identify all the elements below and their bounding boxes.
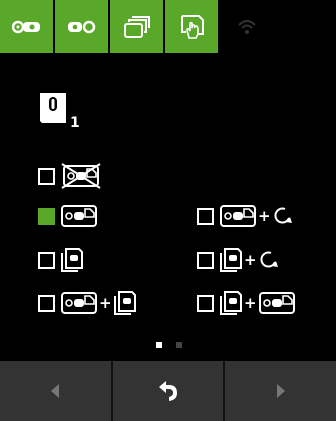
- page-label-icon: [220, 248, 242, 272]
- option-page-tape[interactable]: +: [197, 291, 295, 315]
- back-icon: [159, 381, 177, 401]
- checkbox[interactable]: [38, 207, 55, 225]
- top-tab-bar: [0, 0, 336, 53]
- back-button[interactable]: [112, 361, 226, 421]
- tape-label-icon: [258, 292, 295, 314]
- option-tape-page[interactable]: +: [38, 291, 136, 315]
- hand-touch-icon: [180, 14, 204, 39]
- checkbox[interactable]: [197, 207, 214, 225]
- plus-sign: +: [244, 293, 257, 312]
- option-page-rotate[interactable]: +: [197, 248, 279, 272]
- rotate-icon: [260, 251, 278, 268]
- page-dot-2[interactable]: [176, 342, 182, 348]
- tab-tape-reel[interactable]: [55, 0, 108, 53]
- tape-reel-icon: [67, 20, 95, 33]
- tab-wifi[interactable]: [220, 0, 273, 53]
- plus-sign: +: [258, 206, 271, 225]
- plus-sign: +: [244, 250, 257, 269]
- next-button[interactable]: [225, 361, 336, 421]
- page-dot-1[interactable]: [156, 342, 162, 348]
- checkbox[interactable]: [38, 251, 55, 269]
- plus-sign: +: [99, 293, 112, 312]
- left-arrow-icon: [51, 384, 60, 398]
- page-label-icon: [61, 248, 83, 272]
- checkbox[interactable]: [197, 294, 214, 312]
- stacked-pages-icon: [123, 15, 150, 38]
- option-none[interactable]: [38, 163, 101, 189]
- checkbox[interactable]: [38, 294, 55, 312]
- rotate-icon: [274, 207, 292, 224]
- option-page-only[interactable]: [38, 248, 83, 272]
- cassette-icon: [40, 93, 66, 123]
- option-tape-only[interactable]: [38, 205, 97, 227]
- page-label-icon: [113, 291, 136, 315]
- tape-label-icon: [61, 205, 97, 227]
- tape-crossed-icon: [61, 163, 101, 189]
- tape-label-icon: [220, 205, 256, 227]
- tape-cartridge-icon: [11, 20, 40, 33]
- right-arrow-icon: [276, 384, 285, 398]
- tab-tape-cartridge[interactable]: [0, 0, 53, 53]
- option-tape-rotate[interactable]: +: [197, 205, 293, 227]
- cassette-index: 1: [70, 115, 80, 131]
- checkbox[interactable]: [197, 251, 214, 269]
- tab-stacked-pages[interactable]: [110, 0, 163, 53]
- tape-label-icon: [61, 292, 97, 314]
- tab-hand-touch[interactable]: [165, 0, 218, 53]
- bottom-nav-bar: [0, 361, 336, 421]
- pagination: [156, 342, 196, 348]
- checkbox[interactable]: [38, 167, 55, 185]
- wifi-icon: [237, 19, 256, 34]
- page-label-icon: [220, 291, 242, 315]
- prev-button[interactable]: [0, 361, 113, 421]
